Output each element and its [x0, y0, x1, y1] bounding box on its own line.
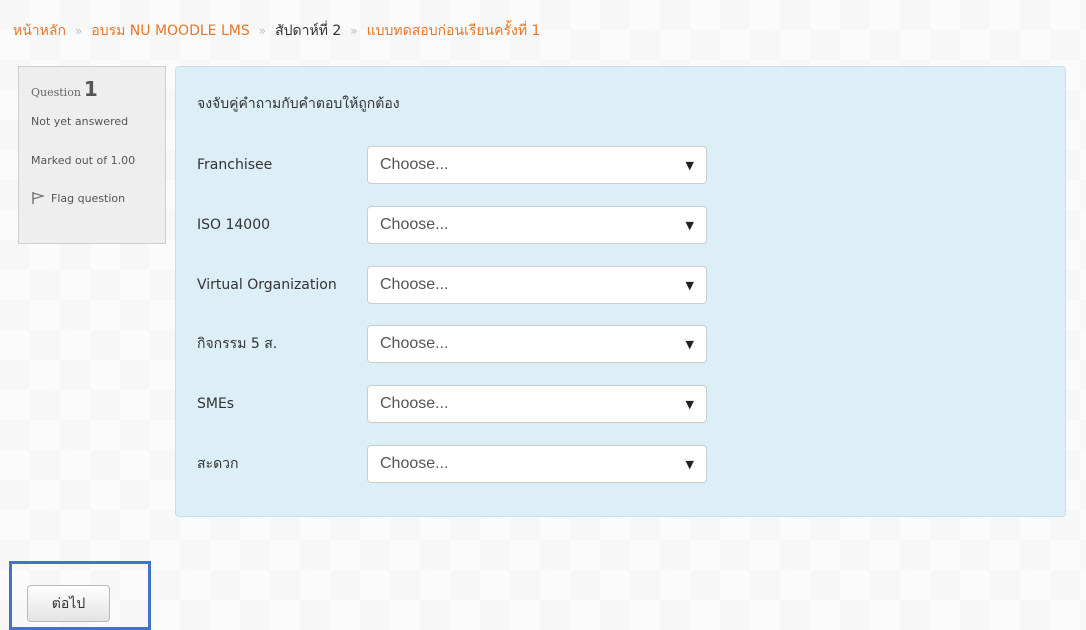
breadcrumb-separator: »: [350, 24, 358, 38]
answer-select[interactable]: Choose... ▼: [367, 206, 707, 244]
flag-question-link[interactable]: Flag question: [31, 191, 165, 205]
breadcrumb-separator: »: [74, 24, 83, 38]
match-row: SMEs Choose... ▼: [197, 385, 707, 423]
chevron-down-icon: ▼: [685, 218, 694, 232]
select-value: Choose...: [380, 276, 449, 293]
match-row: สะดวก Choose... ▼: [197, 445, 707, 483]
match-term: ISO 14000: [197, 217, 271, 233]
select-value: Choose...: [380, 455, 449, 472]
answer-select[interactable]: Choose... ▼: [367, 266, 707, 304]
breadcrumb-home[interactable]: หน้าหลัก: [13, 20, 66, 42]
chevron-down-icon: ▼: [685, 457, 694, 471]
question-number-value: 1: [83, 77, 98, 101]
match-row: ISO 14000 Choose... ▼: [197, 206, 707, 244]
answer-select[interactable]: Choose... ▼: [367, 445, 707, 483]
match-term: สะดวก: [197, 456, 239, 472]
chevron-down-icon: ▼: [685, 397, 694, 411]
question-content: จงจับคู่คำถามกับคำตอบให้ถูกต้อง Franchis…: [175, 66, 1066, 517]
flag-icon: [32, 192, 45, 204]
select-value: Choose...: [380, 395, 449, 412]
match-term: Virtual Organization: [197, 277, 337, 293]
question-number: Question 1: [31, 77, 165, 101]
answer-select[interactable]: Choose... ▼: [367, 325, 707, 363]
breadcrumb-separator: »: [258, 24, 267, 38]
answer-select[interactable]: Choose... ▼: [367, 385, 707, 423]
breadcrumb-section[interactable]: สัปดาห์ที่ 2: [275, 20, 341, 42]
question-title-label: Question: [31, 86, 81, 99]
question-info-panel: Question 1 Not yet answered Marked out of…: [18, 66, 166, 244]
match-term: SMEs: [197, 396, 235, 412]
breadcrumb-course[interactable]: อบรม NU MOODLE LMS: [91, 20, 249, 42]
question-prompt: จงจับคู่คำถามกับคำตอบให้ถูกต้อง: [197, 96, 400, 112]
next-button[interactable]: ต่อไป: [27, 585, 110, 622]
select-value: Choose...: [380, 335, 449, 352]
match-term: กิจกรรม 5 ส.: [197, 336, 278, 352]
question-grade: Marked out of 1.00: [31, 154, 136, 167]
select-value: Choose...: [380, 216, 449, 233]
match-row: กิจกรรม 5 ส. Choose... ▼: [197, 325, 707, 363]
chevron-down-icon: ▼: [685, 158, 694, 172]
breadcrumb: หน้าหลัก » อบรม NU MOODLE LMS » สัปดาห์ท…: [13, 20, 540, 42]
flag-question-label: Flag question: [51, 191, 126, 205]
question-state: Not yet answered: [31, 115, 129, 128]
match-row: Virtual Organization Choose... ▼: [197, 266, 707, 304]
answer-select[interactable]: Choose... ▼: [367, 146, 707, 184]
chevron-down-icon: ▼: [685, 337, 694, 351]
breadcrumb-quiz[interactable]: แบบทดสอบก่อนเรียนครั้งที่ 1: [367, 20, 541, 42]
match-term: Franchisee: [197, 157, 273, 173]
chevron-down-icon: ▼: [685, 278, 694, 292]
select-value: Choose...: [380, 156, 449, 173]
match-row: Franchisee Choose... ▼: [197, 146, 707, 184]
